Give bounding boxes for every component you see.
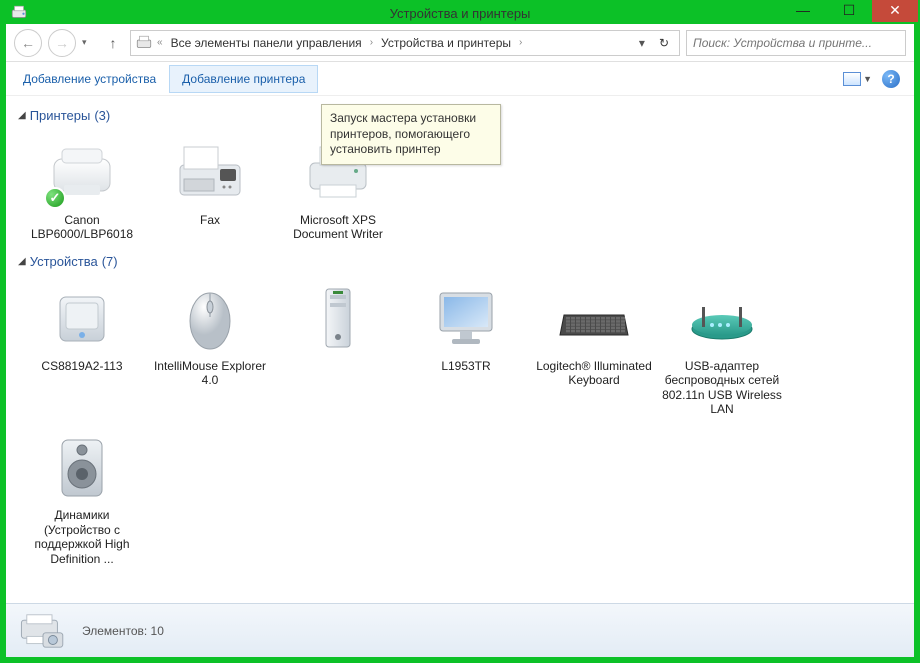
breadcrumb[interactable]: « Все элементы панели управления › Устро… (130, 30, 680, 56)
item-label: Fax (200, 213, 220, 227)
status-text: Элементов: 10 (82, 624, 164, 638)
group-label: Принтеры (30, 108, 91, 123)
status-count: 10 (151, 624, 164, 638)
tower-icon (298, 277, 378, 357)
speaker-icon (42, 426, 122, 506)
device-item[interactable]: USB-адаптер беспроводных сетей 802.11n U… (658, 273, 786, 423)
fax-icon (170, 131, 250, 211)
device-item[interactable]: CS8819A2-113 (18, 273, 146, 423)
refresh-button[interactable]: ↻ (653, 36, 675, 50)
help-button[interactable]: ? (882, 70, 900, 88)
mouse-icon (170, 277, 250, 357)
add-printer-button[interactable]: Добавление принтера (169, 65, 318, 93)
group-count: (7) (102, 254, 118, 269)
item-label: Динамики (Устройство с поддержкой High D… (20, 508, 144, 566)
window-frame: Устройства и принтеры — ☐ ✕ ← → ▾ ↑ « Вс… (0, 0, 920, 663)
group-count: (3) (94, 108, 110, 123)
add-device-button[interactable]: Добавление устройства (10, 65, 169, 93)
chevron-right-icon: › (368, 37, 375, 48)
device-item[interactable]: IntelliMouse Explorer 4.0 (146, 273, 274, 423)
monitor-icon (426, 277, 506, 357)
default-check-icon: ✓ (44, 187, 66, 209)
breadcrumb-seg-1[interactable]: Все элементы панели управления (167, 36, 366, 50)
up-button[interactable]: ↑ (102, 32, 124, 54)
device-item[interactable]: Динамики (Устройство с поддержкой High D… (18, 422, 146, 572)
device-item[interactable]: Logitech® Illuminated Keyboard (530, 273, 658, 423)
breadcrumb-seg-2[interactable]: Устройства и принтеры (377, 36, 515, 50)
devices-row: CS8819A2-113 IntelliMouse Explorer 4.0 L19… (18, 273, 902, 572)
app-icon (10, 4, 28, 22)
collapse-caret-icon: ◢ (18, 110, 26, 121)
tooltip: Запуск мастера установки принтеров, помо… (321, 104, 501, 165)
group-header-devices[interactable]: ◢ Устройства (7) (18, 248, 902, 273)
router-icon (682, 277, 762, 357)
chevron-left-icon: « (155, 37, 165, 48)
item-label: Microsoft XPS Document Writer (276, 213, 400, 242)
navbar: ← → ▾ ↑ « Все элементы панели управления… (6, 24, 914, 62)
chevron-down-icon: ▼ (863, 74, 872, 84)
history-dropdown[interactable]: ▾ (82, 37, 96, 48)
view-options-button[interactable]: ▼ (843, 72, 872, 86)
item-label: L1953TR (441, 359, 490, 373)
view-icon (843, 72, 861, 86)
hdd-icon (42, 277, 122, 357)
item-label: Logitech® Illuminated Keyboard (532, 359, 656, 388)
status-icon (16, 611, 70, 651)
statusbar: Элементов: 10 (6, 603, 914, 657)
status-label: Элементов: (82, 624, 147, 638)
window-controls: — ☐ ✕ (780, 0, 918, 22)
search-box[interactable] (686, 30, 906, 56)
device-item[interactable]: L1953TR (402, 273, 530, 423)
group-label: Устройства (30, 254, 98, 269)
toolbar: Добавление устройства Добавление принтер… (6, 62, 914, 96)
item-label: USB-адаптер беспроводных сетей 802.11n U… (660, 359, 784, 417)
chevron-right-icon: › (517, 37, 524, 48)
window-title: Устройства и принтеры (390, 6, 531, 21)
maximize-button[interactable]: ☐ (826, 0, 872, 22)
item-label: CS8819A2-113 (41, 359, 122, 373)
keyboard-icon (554, 277, 634, 357)
item-label: IntelliMouse Explorer 4.0 (148, 359, 272, 388)
titlebar: Устройства и принтеры — ☐ ✕ (6, 2, 914, 24)
minimize-button[interactable]: — (780, 0, 826, 22)
forward-button[interactable]: → (48, 29, 76, 57)
back-button[interactable]: ← (14, 29, 42, 57)
collapse-caret-icon: ◢ (18, 256, 26, 267)
printer-laser-icon: ✓ (42, 131, 122, 211)
breadcrumb-icon (135, 34, 153, 52)
search-input[interactable] (693, 36, 899, 50)
printer-item[interactable]: Fax (146, 127, 274, 248)
item-label: Canon LBP6000/LBP6018 (20, 213, 144, 242)
content-area: Запуск мастера установки принтеров, помо… (6, 96, 914, 603)
close-button[interactable]: ✕ (872, 0, 918, 22)
printer-item[interactable]: ✓ Canon LBP6000/LBP6018 (18, 127, 146, 248)
dropdown-icon[interactable]: ▾ (633, 36, 651, 50)
device-item[interactable] (274, 273, 402, 423)
